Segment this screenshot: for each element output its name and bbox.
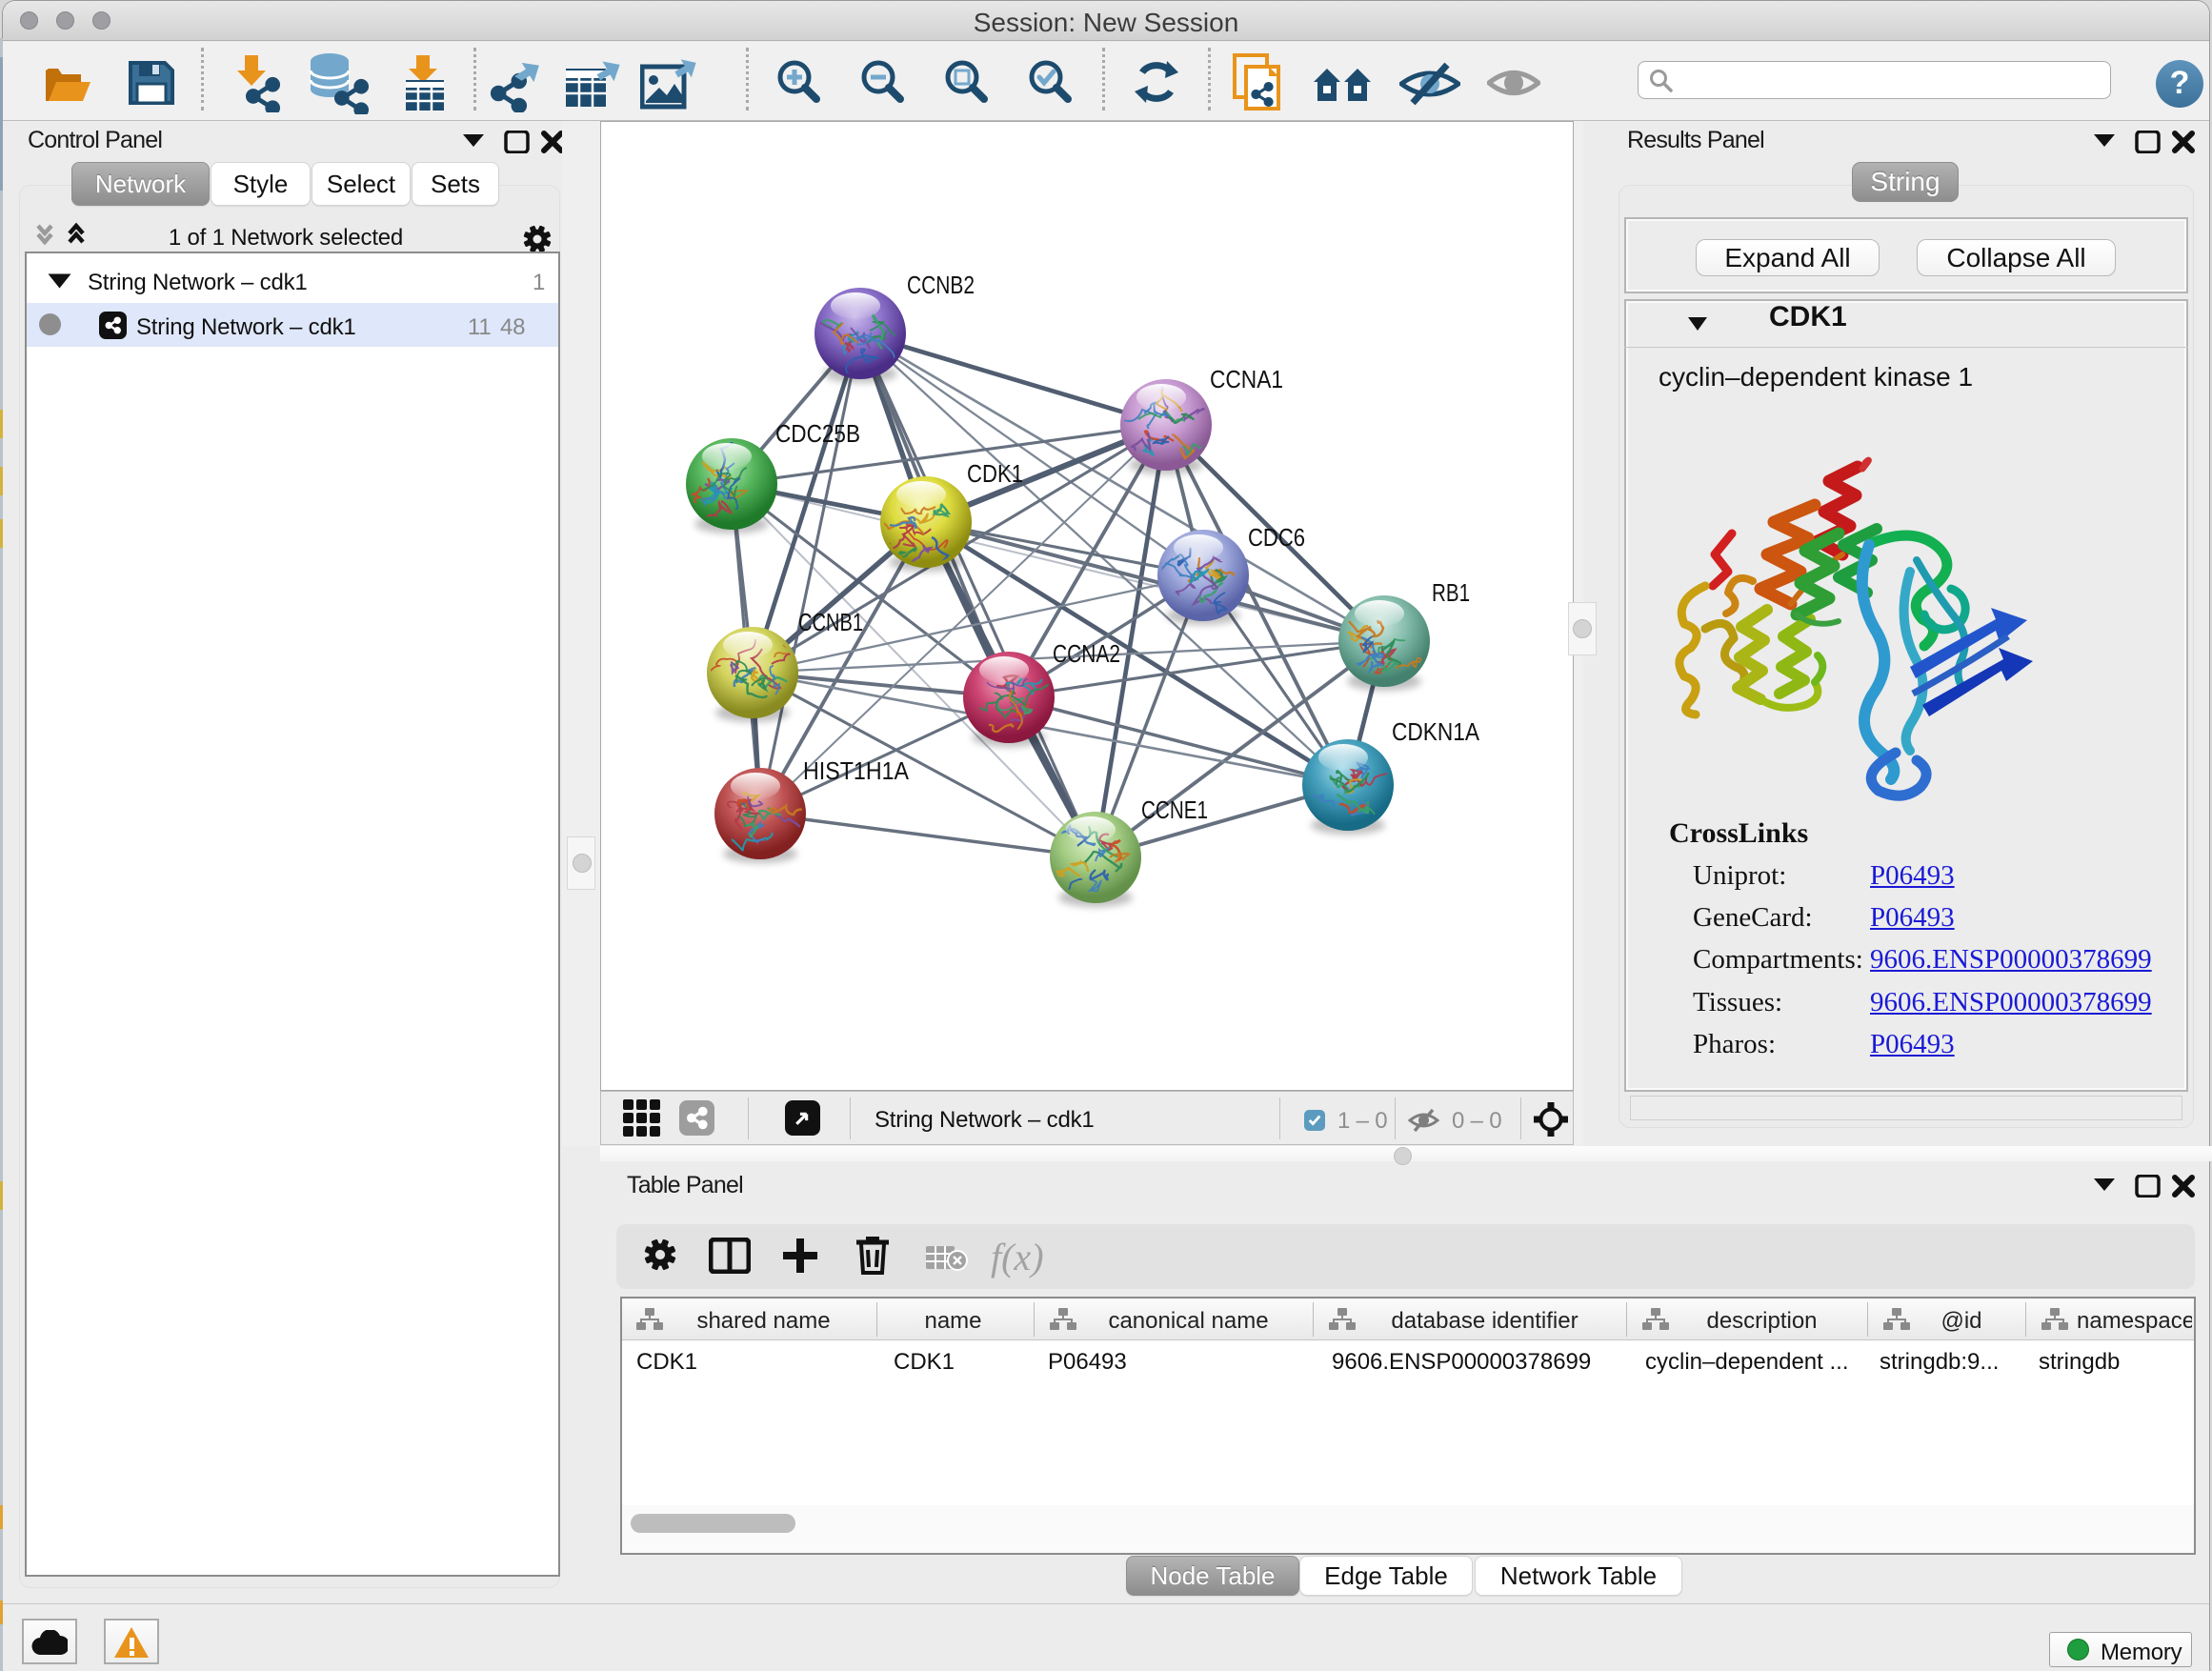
svg-text:CCNA2: CCNA2 [1053,639,1120,668]
svg-text:CDC25B: CDC25B [775,419,860,448]
svg-text:CDK1: CDK1 [967,459,1023,488]
svg-text:CCNB1: CCNB1 [798,608,863,636]
svg-text:CCNB2: CCNB2 [907,271,975,299]
svg-text:HIST1H1A: HIST1H1A [803,756,910,785]
svg-text:CCNE1: CCNE1 [1141,795,1208,824]
svg-text:CDC6: CDC6 [1248,523,1305,552]
svg-text:CCNA1: CCNA1 [1210,365,1283,393]
svg-text:CDKN1A: CDKN1A [1392,717,1480,746]
svg-text:RB1: RB1 [1432,578,1470,607]
